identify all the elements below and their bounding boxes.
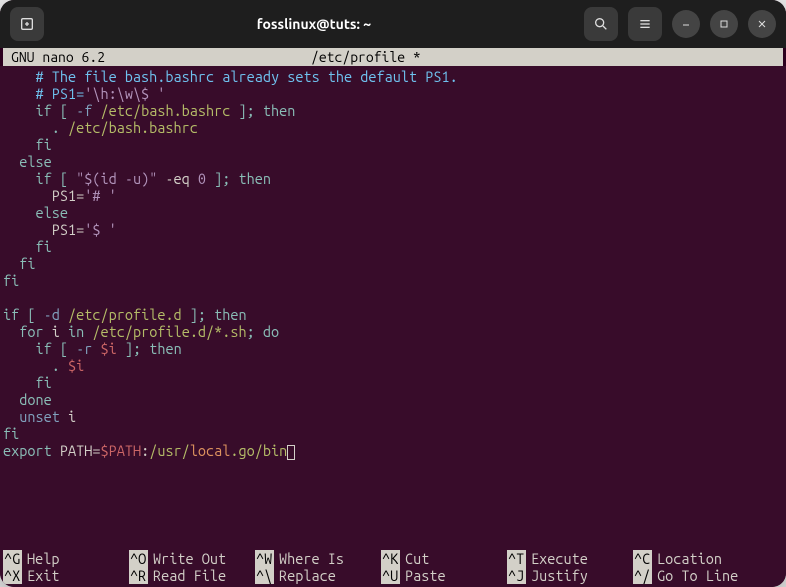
cursor	[287, 445, 295, 460]
help-label: Cut	[405, 550, 429, 567]
help-item: ^R Read File	[129, 567, 255, 584]
help-label: Read File	[153, 567, 226, 584]
help-label: Execute	[531, 550, 588, 567]
nano-app-name: GNU nano 6.2	[11, 48, 311, 66]
help-label: Write Out	[153, 550, 226, 567]
help-item: ^G Help	[3, 550, 129, 567]
help-key: ^R	[129, 567, 148, 584]
help-item: ^X Exit	[3, 567, 129, 584]
help-row-2: ^X Exit ^R Read File ^\ Replace ^U Paste ^J J…	[3, 567, 783, 584]
help-item: ^C Location	[633, 550, 759, 567]
window-title: fosslinux@tuts: ~	[52, 16, 576, 32]
help-key: ^\	[255, 567, 274, 584]
nano-header: GNU nano 6.2 /etc/profile *	[3, 48, 783, 66]
help-label: Replace	[279, 567, 336, 584]
help-label: Where Is	[279, 550, 344, 567]
help-label: Help	[27, 550, 59, 567]
help-key: ^U	[381, 567, 400, 584]
nano-help-bar: ^G Help ^O Write Out ^W Where Is ^K Cut ^T Ex…	[0, 544, 786, 587]
help-key: ^O	[129, 550, 148, 567]
help-item: ^O Write Out	[129, 550, 255, 567]
help-label: Go To Line	[657, 567, 738, 584]
help-item: ^T Execute	[507, 550, 633, 567]
help-item: ^K Cut	[381, 550, 507, 567]
help-key: ^C	[633, 550, 652, 567]
new-tab-button[interactable]	[10, 7, 44, 41]
help-label: Justify	[531, 567, 588, 584]
titlebar: fosslinux@tuts: ~	[0, 0, 786, 48]
maximize-button[interactable]	[710, 10, 738, 38]
help-key: ^J	[507, 567, 526, 584]
help-row-1: ^G Help ^O Write Out ^W Where Is ^K Cut ^T Ex…	[3, 550, 783, 567]
help-label: Location	[657, 550, 722, 567]
menu-button[interactable]	[628, 7, 662, 41]
help-item: ^/ Go To Line	[633, 567, 759, 584]
help-item: ^J Justify	[507, 567, 633, 584]
help-item: ^U Paste	[381, 567, 507, 584]
help-key: ^X	[3, 567, 22, 584]
help-key: ^W	[255, 550, 274, 567]
nano-file-name: /etc/profile *	[311, 48, 775, 66]
help-item: ^W Where Is	[255, 550, 381, 567]
close-button[interactable]	[748, 10, 776, 38]
help-label: Paste	[405, 567, 446, 584]
help-label: Exit	[27, 567, 59, 584]
editor-content[interactable]: # The file bash.bashrc already sets the …	[0, 66, 786, 544]
help-item: ^\ Replace	[255, 567, 381, 584]
help-key: ^G	[3, 550, 22, 567]
help-key: ^K	[381, 550, 400, 567]
search-button[interactable]	[584, 7, 618, 41]
help-key: ^/	[633, 567, 652, 584]
minimize-button[interactable]	[672, 10, 700, 38]
terminal-window: fosslinux@tuts: ~ GNU nano 6.2 /etc/prof…	[0, 0, 786, 587]
help-key: ^T	[507, 550, 526, 567]
